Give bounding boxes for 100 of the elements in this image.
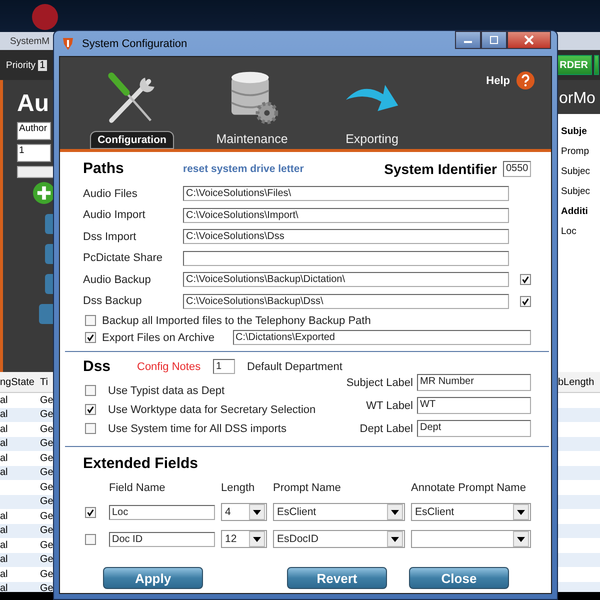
department-label: Default Department <box>247 360 342 372</box>
checkbox-label: Backup all Imported files to the Telephony Backup Path <box>102 314 371 326</box>
length-dropdown[interactable]: 12 <box>221 530 267 548</box>
prompt-dropdown[interactable]: EsClient <box>273 503 405 521</box>
minimize-button[interactable] <box>455 31 481 49</box>
checkbox[interactable] <box>85 534 96 544</box>
dropdown-arrow-icon <box>253 510 261 514</box>
field-label: WT Label <box>366 400 413 412</box>
path-field[interactable]: C:\VoiceSolutions\Import\ <box>183 208 509 223</box>
export-path-field[interactable]: C:\Dictations\Exported <box>232 330 531 345</box>
path-field[interactable]: C:\VoiceSolutions\Backup\Dictation\ <box>183 272 509 288</box>
checkbox[interactable] <box>85 423 96 434</box>
department-field[interactable]: 1 <box>213 359 235 374</box>
dropdown-arrow-icon <box>253 536 261 542</box>
reset-link[interactable]: reset system drive letter <box>183 162 304 174</box>
checkbox[interactable] <box>520 296 531 307</box>
maximize-button[interactable] <box>481 31 507 49</box>
field-name-field[interactable]: Loc <box>109 504 215 520</box>
column-header[interactable]: Ti <box>40 376 52 388</box>
table-cell: al <box>0 568 8 580</box>
checkbox[interactable] <box>85 315 96 326</box>
priority-field[interactable]: 1 <box>38 60 48 70</box>
table-cell: Ge <box>40 568 54 580</box>
priority-label: Priority <box>6 60 36 70</box>
close-button[interactable]: Close <box>409 567 509 589</box>
path-field[interactable]: C:\VoiceSolutions\Backup\Dss\ <box>183 294 509 309</box>
table-cell: Ge <box>40 510 54 522</box>
checkbox-label: Use System time for All DSS imports <box>108 422 286 434</box>
tab[interactable]: Configuration <box>90 131 174 149</box>
tab[interactable]: Maintenance <box>209 129 295 149</box>
dropdown-arrow-icon <box>517 536 525 542</box>
checkbox[interactable] <box>85 506 96 518</box>
checkbox[interactable] <box>85 385 96 396</box>
panel-text: Subjec <box>561 166 592 177</box>
subject-heading: Subje <box>561 126 588 137</box>
section-heading: Extended Fields <box>83 455 198 472</box>
app-title: SystemM <box>10 36 50 46</box>
prompt-dropdown[interactable]: EsDocID <box>273 530 405 548</box>
checkbox[interactable] <box>85 404 96 415</box>
table-cell: Ge <box>40 409 54 420</box>
path-field[interactable] <box>183 250 509 266</box>
section-heading: Paths <box>83 160 125 177</box>
field-name-field[interactable]: Doc ID <box>109 532 215 546</box>
table-cell: al <box>0 438 8 450</box>
label-field[interactable]: Dept <box>417 420 531 437</box>
table-cell: al <box>0 424 8 435</box>
table-cell: al <box>0 394 8 406</box>
dropdown-arrow-icon <box>391 536 399 542</box>
column-header[interactable]: ngState <box>0 376 40 388</box>
checkbox-label: Use Worktype data for Secretary Selection <box>108 404 316 416</box>
table-cell: Ge <box>40 438 54 450</box>
number-field[interactable]: 1 <box>17 144 51 162</box>
field-label: Subject Label <box>346 376 413 388</box>
label-field[interactable]: MR Number <box>417 374 531 391</box>
author-field[interactable]: Author <box>17 122 51 140</box>
table-cell: Ge <box>40 496 54 508</box>
table-cell: Ge <box>40 467 54 478</box>
path-field[interactable]: C:\VoiceSolutions\Dss <box>183 229 509 244</box>
table-cell: al <box>0 409 8 420</box>
column-header[interactable]: bLength <box>558 376 600 388</box>
column-header: Prompt Name <box>273 482 342 494</box>
system-identifier-field[interactable]: 0550 <box>503 160 531 176</box>
table-cell: al <box>0 525 8 536</box>
field-label: Audio Files <box>83 188 138 200</box>
table-cell: Ge <box>40 452 54 464</box>
apply-button[interactable]: Apply <box>103 567 203 589</box>
dropdown-arrow-icon <box>391 510 399 514</box>
table-cell: al <box>0 554 8 566</box>
checkbox-label: Use Typist data as Dept <box>108 384 225 396</box>
revert-button[interactable]: Revert <box>287 567 387 589</box>
table-cell: al <box>0 452 8 464</box>
table-cell: Ge <box>40 394 54 406</box>
field-label: Dss Backup <box>83 295 143 308</box>
help-icon[interactable] <box>516 71 535 90</box>
config-notes-link[interactable]: Config Notes <box>137 360 207 372</box>
column-header: Length <box>221 482 256 494</box>
panel-text: Subjec <box>561 186 592 197</box>
table-cell: Ge <box>40 540 54 551</box>
annotate-prompt-dropdown[interactable] <box>411 530 531 548</box>
length-dropdown[interactable]: 4 <box>221 503 267 521</box>
table-cell: al <box>0 467 8 478</box>
checkbox[interactable] <box>85 332 96 343</box>
system-identifier-label: System Identifier <box>384 160 497 176</box>
checkbox[interactable] <box>520 274 531 286</box>
column-header: Annotate Prompt Name <box>411 482 527 494</box>
column-header: Field Name <box>109 482 166 494</box>
dropdown-arrow-icon <box>517 510 525 514</box>
annotate-prompt-dropdown[interactable]: EsClient <box>411 503 531 521</box>
additional-heading: Additi <box>561 206 589 217</box>
window-title: System Configuration <box>82 38 188 50</box>
tab[interactable]: Exporting <box>338 129 406 149</box>
field-label: Audio Import <box>83 209 146 222</box>
label-field[interactable]: WT <box>417 397 531 414</box>
close-button[interactable] <box>507 31 551 49</box>
maximize-icon <box>489 35 499 45</box>
path-field[interactable]: C:\VoiceSolutions\Files\ <box>183 186 509 202</box>
checkbox-label: Export Files on Archive <box>102 332 214 344</box>
field-label: PcDictate Share <box>83 252 164 264</box>
help-link[interactable]: Help <box>486 74 510 86</box>
author-heading: Au <box>17 90 50 118</box>
